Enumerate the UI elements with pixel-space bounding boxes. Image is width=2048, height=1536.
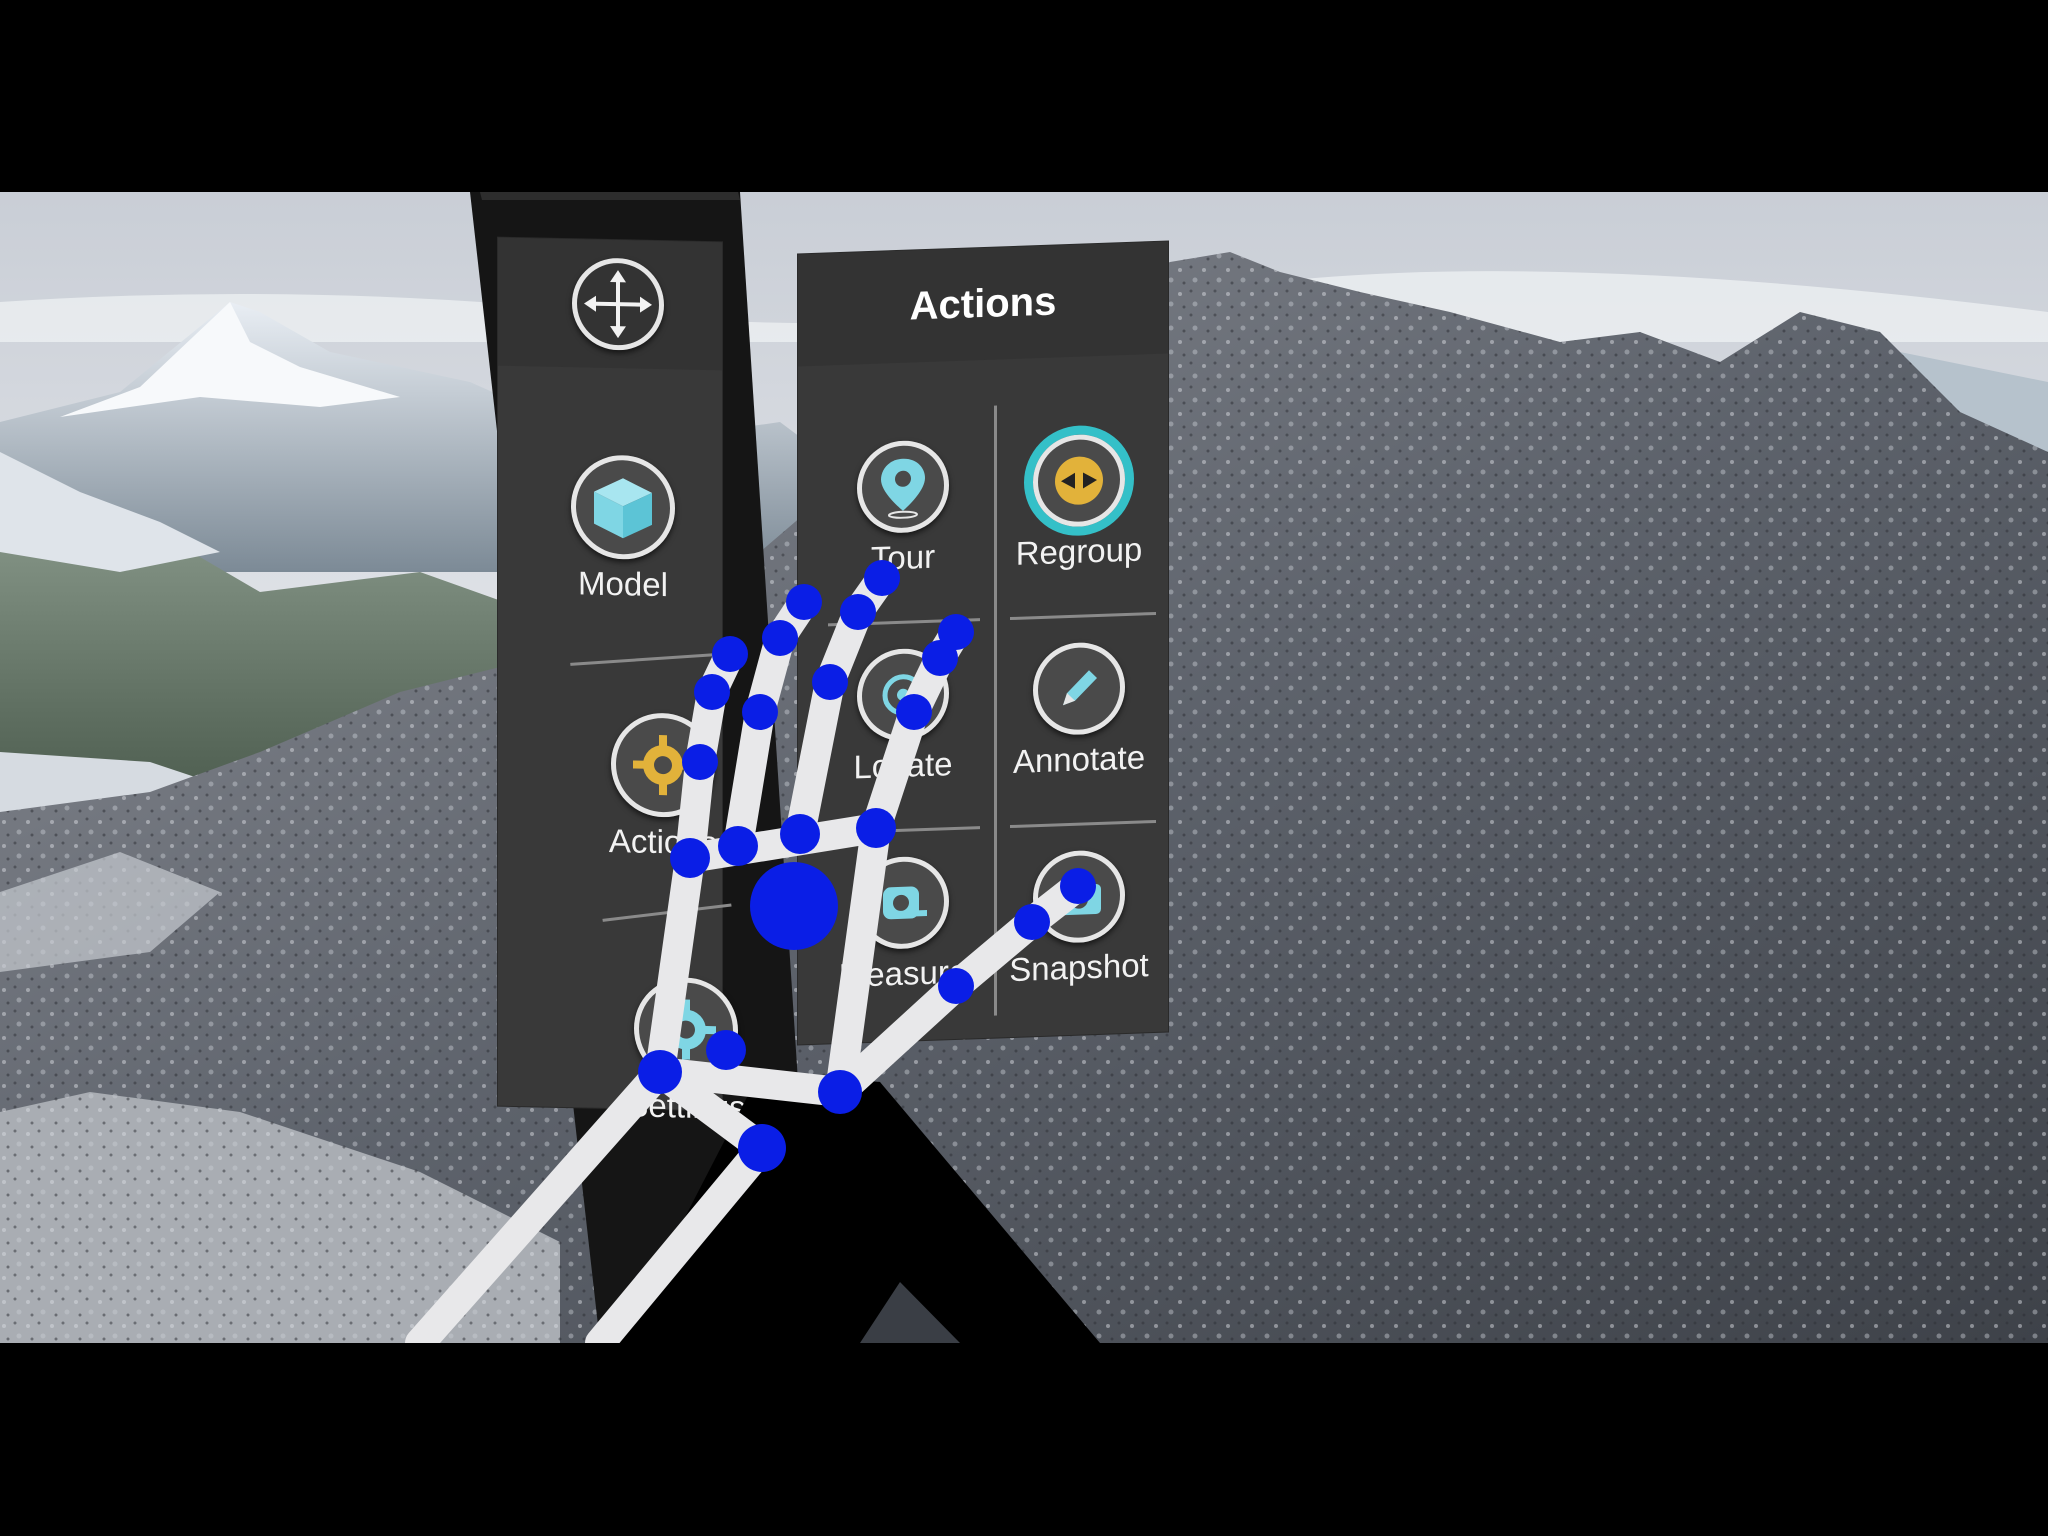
vr-scene: Model Actions Actions Tour Regroup Annot… <box>0 192 2048 1343</box>
virtual-hand-cursor <box>405 560 1100 1343</box>
letterbox-bottom <box>0 1343 2048 1536</box>
letterbox-top <box>0 0 2048 192</box>
